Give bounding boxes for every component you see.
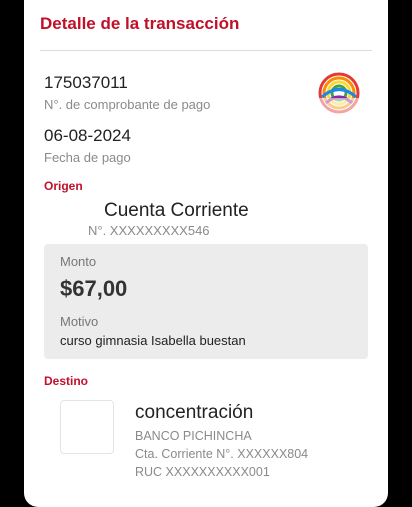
payment-date-label: Fecha de pago [44, 150, 131, 165]
card-top-edge [24, 0, 388, 14]
origin-account-number: N°. XXXXXXXXX546 [88, 223, 210, 238]
origin-section-label: Origen [44, 179, 83, 193]
destination-name: concentración [135, 402, 254, 423]
destination-avatar [60, 400, 114, 454]
payment-date: 06-08-2024 [44, 126, 131, 145]
receipt-label: N°. de comprobante de pago [44, 97, 211, 112]
destination-ruc: RUC XXXXXXXXXX001 [135, 465, 270, 479]
transaction-detail-card: Detalle de la transacción 175037011 N°. … [24, 0, 388, 507]
amount-value: $67,00 [60, 276, 128, 301]
motivo-label: Motivo [60, 314, 99, 329]
bank-logo-icon [318, 72, 360, 114]
destination-section-label: Destino [44, 374, 89, 388]
origin-account-type: Cuenta Corriente [104, 200, 249, 221]
receipt-number: 175037011 [44, 73, 128, 92]
amount-label: Monto [60, 254, 97, 269]
amount-panel: Monto $67,00 Motivo curso gimnasia Isabe… [44, 244, 368, 359]
motivo-value: curso gimnasia Isabella buestan [60, 333, 246, 348]
header-divider [40, 50, 372, 51]
page-title: Detalle de la transacción [40, 14, 240, 33]
destination-account: Cta. Corriente N°. XXXXXX804 [135, 447, 309, 461]
destination-bank: BANCO PICHINCHA [135, 429, 252, 443]
